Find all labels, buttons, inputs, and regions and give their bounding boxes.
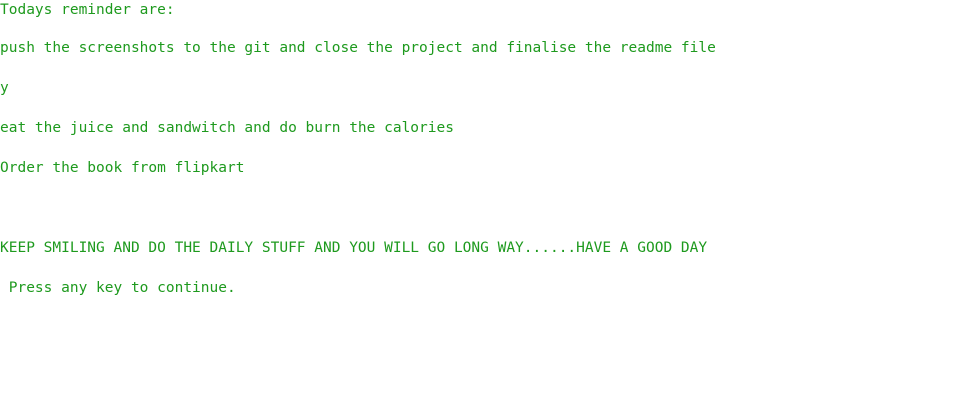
reminder-item-1: push the screenshots to the git and clos… [0, 40, 716, 56]
continue-prompt: Press any key to continue. [0, 280, 236, 296]
motto-line: KEEP SMILING AND DO THE DAILY STUFF AND … [0, 240, 708, 256]
reminder-item-3: eat the juice and sandwitch and do burn … [0, 120, 454, 136]
console-output: Todays reminder are: push the screenshot… [0, 0, 957, 415]
reminder-item-2: y [0, 80, 9, 96]
reminder-item-4: Order the book from flipkart [0, 160, 245, 176]
reminder-heading: Todays reminder are: [0, 2, 175, 18]
